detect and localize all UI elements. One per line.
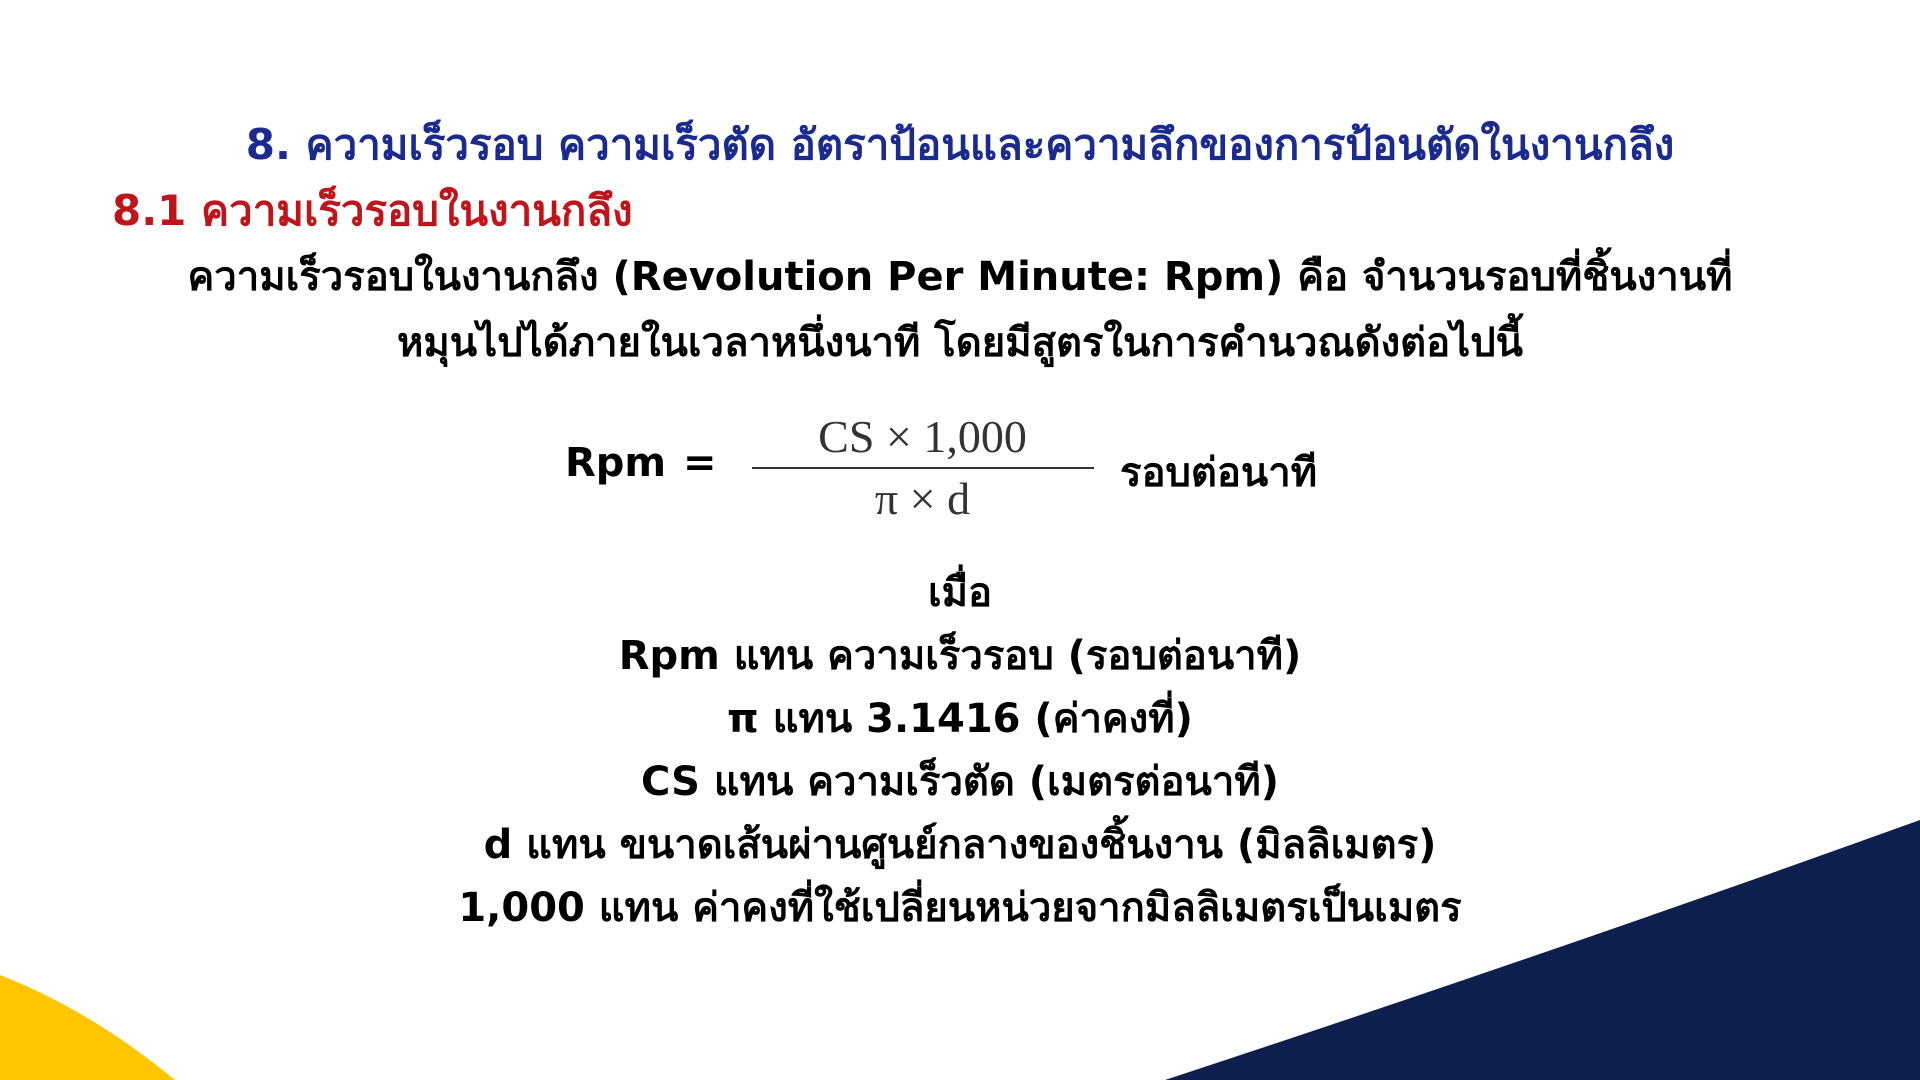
rpm-formula: Rpm = CS × 1,000 π × d รอบต่อนาที <box>0 410 1920 524</box>
slide-subheading: 8.1 ความเร็วรอบในงานกลึง <box>112 186 633 235</box>
slide-heading: 8. ความเร็วรอบ ความเร็วตัด อัตราป้อนและค… <box>245 120 1675 169</box>
formula-unit: รอบต่อนาที <box>1120 450 1318 496</box>
definition-line-1: ความเร็วรอบในงานกลึง (Revolution Per Min… <box>187 254 1733 300</box>
formula-numerator: CS × 1,000 <box>818 411 1027 462</box>
formula-denominator: π × d <box>874 473 971 524</box>
formula-lhs: Rpm <box>565 440 667 486</box>
definition-line-2: หมุนไปได้ภายในเวลาหนึ่งนาที โดยมีสูตรในก… <box>397 320 1523 366</box>
where-line-pi: π แทน 3.1416 (ค่าคงที่) <box>727 696 1193 742</box>
yellow-corner-shape <box>0 975 175 1080</box>
where-line-cs: CS แทน ความเร็วตัด (เมตรต่อนาที) <box>640 759 1280 805</box>
where-line-constant: 1,000 แทน ค่าคงที่ใช้เปลี่ยนหน่วยจากมิลล… <box>458 885 1462 931</box>
fraction-bar <box>752 467 1094 469</box>
where-line-d: d แทน ขนาดเส้นผ่านศูนย์กลางของชิ้นงาน (ม… <box>483 822 1437 868</box>
where-line-rpm: Rpm แทน ความเร็วรอบ (รอบต่อนาที) <box>618 633 1302 679</box>
variable-definitions: เมื่อ Rpm แทน ความเร็วรอบ (รอบต่อนาที) π… <box>0 562 1920 940</box>
formula-equals: = <box>683 440 717 486</box>
where-title: เมื่อ <box>927 570 993 616</box>
